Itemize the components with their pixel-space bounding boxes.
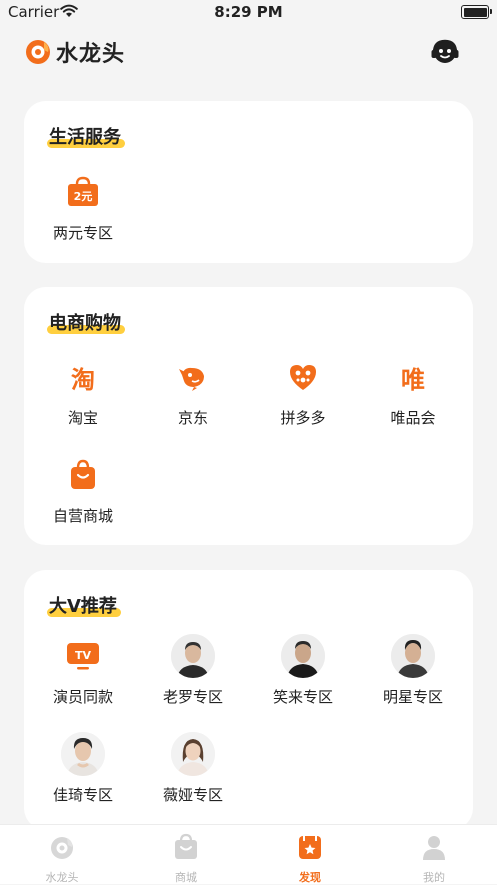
jd-dog-icon <box>179 367 204 391</box>
item-label: 笑来专区 <box>272 688 333 706</box>
customer-service-icon[interactable] <box>429 36 461 68</box>
pinduoduo-item[interactable]: 拼多多 <box>248 355 358 428</box>
vipshop-icon: 唯 <box>401 365 425 394</box>
item-label: 演员同款 <box>52 688 113 706</box>
star-zone-item[interactable]: 明星专区 <box>358 634 468 707</box>
battery-icon <box>461 5 492 19</box>
taobao-icon: 淘 <box>71 365 95 394</box>
user-tab-icon <box>423 836 445 860</box>
section-title-text: 电商购物 <box>49 313 121 334</box>
section-title: 生活服务 <box>47 123 125 149</box>
faucet-logo-icon <box>26 40 50 64</box>
item-label: 两元专区 <box>52 224 113 242</box>
brand: 水龙头 <box>24 36 125 68</box>
actor-same-style-item[interactable]: TV 演员同款 <box>28 634 138 707</box>
clock: 8:29 PM <box>214 3 283 21</box>
tab-discover[interactable]: 发现 <box>248 833 372 885</box>
own-mall-item[interactable]: 自营商城 <box>28 453 138 526</box>
vipshop-item[interactable]: 唯 唯品会 <box>358 355 468 428</box>
item-label: 明星专区 <box>382 688 443 706</box>
faucet-tab-icon <box>51 837 73 859</box>
bag-tab-icon <box>175 833 197 859</box>
tab-home[interactable]: 水龙头 <box>0 833 124 885</box>
laoluo-zone-item[interactable]: 老罗专区 <box>138 634 248 707</box>
discover-tab-icon <box>299 836 321 859</box>
ecommerce-card: 电商购物 淘 淘宝 京东 拼多多 唯 唯品会 自营商城 <box>24 287 473 545</box>
two-yuan-bag-icon: 2元 <box>68 176 98 206</box>
section-title: 大V推荐 <box>47 592 121 618</box>
tv-badge-text: TV <box>75 649 92 662</box>
avatar <box>61 732 105 776</box>
jd-item[interactable]: 京东 <box>138 355 248 428</box>
app-header: 水龙头 <box>0 34 497 70</box>
avatar <box>281 634 325 678</box>
xiaolai-zone-item[interactable]: 笑来专区 <box>248 634 358 707</box>
item-label: 唯品会 <box>390 409 436 427</box>
item-label: 老罗专区 <box>162 688 223 706</box>
shopping-bag-icon <box>71 459 95 489</box>
tv-icon: TV <box>67 643 99 670</box>
avatar <box>391 634 435 678</box>
status-bar: Carrier 8:29 PM <box>0 0 497 26</box>
item-label: 淘宝 <box>67 409 98 427</box>
item-label: 薇娅专区 <box>162 786 223 804</box>
influencer-card: 大V推荐 TV 演员同款 老罗专区 笑来专区 明星专区 佳琦专区 薇娅专区 <box>24 570 473 830</box>
item-label: 佳琦专区 <box>52 786 113 804</box>
two-yuan-zone-item[interactable]: 2元 两元专区 <box>28 170 138 243</box>
two-yuan-badge-text: 2元 <box>74 190 93 203</box>
item-label: 自营商城 <box>52 507 113 525</box>
section-title-text: 生活服务 <box>49 127 121 148</box>
item-label: 拼多多 <box>280 409 326 427</box>
taobao-item[interactable]: 淘 淘宝 <box>28 355 138 428</box>
item-label: 京东 <box>177 409 208 427</box>
section-title-text: 大V推荐 <box>49 596 117 617</box>
section-title: 电商购物 <box>47 309 125 335</box>
tab-mall[interactable]: 商城 <box>124 833 248 885</box>
avatar <box>171 732 215 776</box>
pinduoduo-heart-icon <box>290 365 316 390</box>
tab-bar: 水龙头 商城 发现 我的 <box>0 824 497 884</box>
jiaqi-zone-item[interactable]: 佳琦专区 <box>28 732 138 805</box>
life-services-card: 生活服务 2元 两元专区 <box>24 101 473 263</box>
avatar <box>171 634 215 678</box>
weiya-zone-item[interactable]: 薇娅专区 <box>138 732 248 805</box>
app-name: 水龙头 <box>56 42 126 67</box>
tab-profile[interactable]: 我的 <box>372 833 496 885</box>
